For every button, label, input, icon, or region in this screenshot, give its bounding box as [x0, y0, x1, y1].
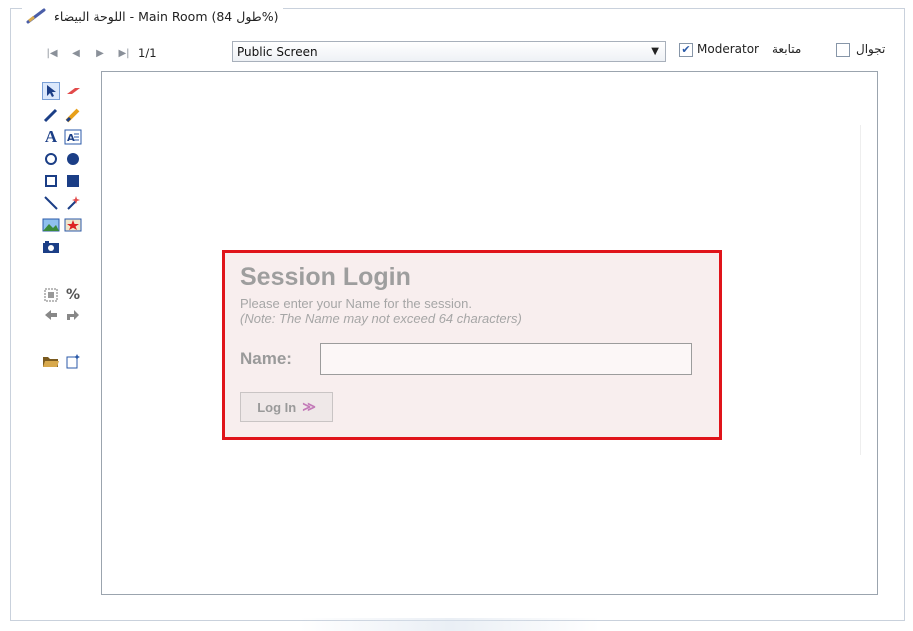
folder-icon[interactable] — [42, 352, 60, 370]
magic-wand-icon[interactable] — [64, 194, 82, 212]
name-input[interactable] — [320, 343, 692, 375]
arrow-icon[interactable] — [42, 82, 60, 100]
login-button-label: Log In — [257, 399, 297, 415]
login-title: Session Login — [240, 263, 411, 291]
screen-select-value: Public Screen — [237, 44, 318, 59]
moderator-checkbox[interactable]: ✔ — [679, 43, 693, 57]
stamp-icon[interactable] — [64, 216, 82, 234]
rect-outline-icon[interactable] — [42, 172, 60, 190]
double-chevron-right-icon: ≫ — [302, 399, 316, 414]
roam-label: تجوال — [856, 42, 886, 56]
follow-label: متابعة — [772, 42, 802, 56]
checkmark-icon: ✔ — [681, 43, 691, 56]
canvas-divider — [860, 125, 861, 455]
pencil-icon — [26, 8, 46, 24]
circle-filled-icon[interactable] — [64, 150, 82, 168]
image-icon[interactable] — [42, 216, 60, 234]
text-icon[interactable]: A — [42, 127, 60, 146]
pen-icon[interactable] — [42, 106, 60, 124]
line-icon[interactable] — [42, 194, 60, 212]
app-background: اللوحة البيضاء - Main Room (طول 84%) |◀ … — [0, 0, 913, 631]
first-page-button[interactable]: |◀ — [40, 48, 64, 59]
window-title: اللوحة البيضاء - Main Room (طول 84%) — [54, 8, 279, 24]
screen-select[interactable]: Public Screen ▼ — [232, 41, 666, 62]
undo-icon[interactable] — [42, 306, 60, 324]
rect-filled-icon[interactable] — [64, 172, 82, 190]
login-button[interactable]: Log In ≫ — [240, 392, 333, 422]
prev-page-button[interactable]: ◀ — [64, 48, 88, 59]
last-page-button[interactable]: ▶| — [112, 48, 136, 59]
highlighter-icon[interactable] — [64, 106, 82, 124]
page-indicator: 1/1 — [138, 46, 157, 60]
next-page-button[interactable]: ▶ — [88, 48, 112, 59]
roam-checkbox[interactable] — [836, 43, 850, 57]
svg-text:A: A — [67, 133, 75, 144]
chevron-down-icon: ▼ — [651, 46, 659, 57]
text-box-icon[interactable]: A — [64, 128, 82, 146]
login-subtitle: Please enter your Name for the session. — [240, 296, 472, 311]
percent-icon[interactable]: % — [64, 286, 82, 304]
session-login-dialog: Session Login Please enter your Name for… — [222, 250, 722, 440]
select-all-icon[interactable] — [42, 286, 60, 304]
eraser-icon[interactable] — [64, 82, 82, 100]
redo-icon[interactable] — [64, 306, 82, 324]
camera-icon[interactable] — [42, 238, 60, 256]
new-doc-icon[interactable] — [64, 352, 82, 370]
name-label: Name: — [240, 349, 292, 368]
moderator-label: Moderator — [697, 42, 759, 56]
login-note: (Note: The Name may not exceed 64 charac… — [240, 311, 522, 326]
bottom-fade — [300, 618, 600, 631]
window-titlebar: اللوحة البيضاء - Main Room (طول 84%) — [22, 6, 283, 26]
circle-outline-icon[interactable] — [42, 150, 60, 168]
login-name-row: Name: — [240, 343, 719, 375]
